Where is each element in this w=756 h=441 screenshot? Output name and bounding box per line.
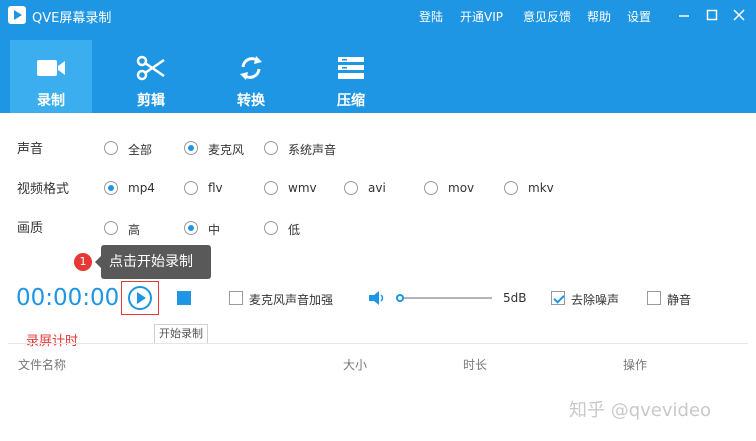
radio-circle (504, 181, 518, 195)
file-table-header: 文件名称 大小 时长 操作 (8, 343, 748, 381)
radio-label: avi (368, 181, 386, 195)
checkbox-box (647, 291, 661, 305)
tab-convert[interactable]: 转换 (210, 40, 292, 113)
watermark: 知乎 @qvevideo (569, 400, 712, 421)
radio-label: wmv (288, 181, 317, 195)
tab-convert-label: 转换 (237, 93, 265, 109)
settings-link[interactable]: 设置 (627, 8, 651, 25)
vip-link[interactable]: 开通VIP (460, 8, 503, 25)
radio-label: 中 (208, 223, 221, 237)
radio-label: mkv (528, 181, 554, 195)
volume-icon[interactable] (368, 290, 386, 306)
app-header: QVE屏幕录制 登陆 开通VIP 意见反馈 帮助 设置 录制 剪辑 转换 压缩 (0, 0, 756, 113)
tab-edit[interactable]: 剪辑 (110, 40, 192, 113)
denoise-label: 去除噪声 (571, 293, 620, 307)
radio-label: 高 (128, 223, 141, 237)
minimize-button[interactable] (675, 6, 693, 24)
app-title: QVE屏幕录制 (32, 11, 112, 26)
title-bar: QVE屏幕录制 登陆 开通VIP 意见反馈 帮助 设置 (0, 0, 756, 32)
tab-record[interactable]: 录制 (10, 40, 92, 113)
column-filename: 文件名称 (18, 358, 67, 372)
scissors-icon (136, 55, 165, 81)
radio-label: mov (448, 181, 475, 195)
radio-circle (184, 141, 198, 155)
stop-record-button[interactable] (177, 291, 191, 305)
radio-label: mp4 (128, 181, 155, 195)
column-size: 大小 (343, 358, 368, 372)
radio-circle (184, 181, 198, 195)
radio-circle (184, 221, 198, 235)
radio-label: 全部 (128, 143, 153, 157)
volume-value: 5dB (503, 291, 527, 305)
radio-circle (264, 221, 278, 235)
tab-record-label: 录制 (37, 93, 65, 109)
feedback-link[interactable]: 意见反馈 (523, 8, 571, 25)
guide-tip-text: 点击开始录制 (109, 254, 193, 270)
start-record-tooltip: 开始录制 (154, 324, 208, 344)
mute-label: 静音 (667, 293, 692, 307)
close-button[interactable] (730, 6, 748, 24)
column-actions: 操作 (623, 358, 648, 372)
quality-label: 画质 (17, 221, 44, 236)
volume-slider[interactable] (396, 294, 492, 302)
radio-circle (424, 181, 438, 195)
maximize-icon (706, 9, 718, 21)
recording-timer: 00:00:00 (16, 285, 120, 311)
column-duration: 时长 (463, 358, 488, 372)
format-label: 视频格式 (17, 182, 70, 197)
radio-circle (264, 181, 278, 195)
audio-label: 声音 (17, 142, 44, 157)
checkbox-box (229, 291, 243, 305)
step-badge: 1 (74, 253, 92, 271)
radio-circle (104, 221, 118, 235)
help-link[interactable]: 帮助 (587, 8, 611, 25)
video-camera-icon (37, 60, 65, 76)
radio-label: 麦克风 (208, 143, 245, 157)
guide-tip: 点击开始录制 (95, 245, 211, 279)
refresh-arrows-icon (240, 56, 262, 80)
tab-compress-label: 压缩 (337, 93, 365, 109)
radio-circle (104, 181, 118, 195)
tab-edit-label: 剪辑 (137, 93, 165, 109)
minimize-icon (679, 15, 689, 17)
start-record-button[interactable] (121, 281, 159, 315)
checkbox-box (551, 291, 565, 305)
mic-boost-label: 麦克风声音加强 (249, 293, 334, 307)
radio-circle (344, 181, 358, 195)
radio-label: 低 (288, 223, 301, 237)
compress-stack-icon (338, 57, 364, 79)
login-link[interactable]: 登陆 (419, 8, 443, 25)
maximize-button[interactable] (703, 6, 721, 24)
radio-label: flv (208, 181, 223, 195)
close-icon (733, 9, 745, 21)
radio-label: 系统声音 (288, 143, 337, 157)
radio-circle (104, 141, 118, 155)
app-logo-icon (8, 6, 26, 24)
play-icon (128, 286, 152, 310)
volume-slider-thumb[interactable] (396, 294, 404, 302)
radio-circle (264, 141, 278, 155)
tab-compress[interactable]: 压缩 (310, 40, 392, 113)
